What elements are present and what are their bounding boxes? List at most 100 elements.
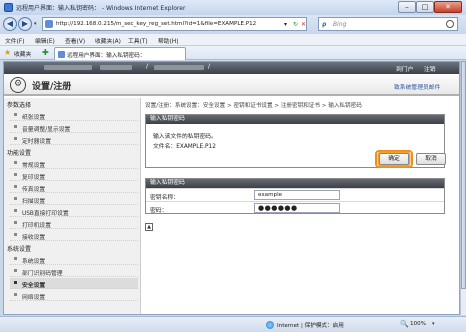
sidebar-item-scan[interactable]: 扫描设置 <box>10 194 138 205</box>
key-name-row: 密钥名称： example <box>146 188 444 201</box>
window-titlebar: 远程用户界面：输入私钥密码： - Windows Internet Explor… <box>0 0 466 15</box>
panel-header: 输入私钥密码 <box>146 115 444 124</box>
bullet-icon <box>14 113 17 116</box>
remote-ui-topbar: / / 到门户 注销 <box>4 62 459 74</box>
sidebar-item-volume[interactable]: 音量调整/显示设置 <box>10 122 138 133</box>
password-row: 密码： ●●●●●● <box>146 201 444 214</box>
sidebar-section-system: 系统设置 <box>7 246 32 253</box>
page-viewport: / / 到门户 注销 ⚙ 设置/注册 致系统管理员邮件 参数选择 纸张设置 音量… <box>3 61 460 315</box>
page-icon <box>45 20 53 28</box>
sidebar-item-network[interactable]: 网络设置 <box>10 290 138 301</box>
bullet-icon <box>14 173 17 176</box>
sidebar-item-copy[interactable]: 复印设置 <box>10 170 138 181</box>
zoom-dropdown-icon[interactable]: ▾ <box>432 321 435 327</box>
bullet-icon <box>14 137 17 140</box>
sidebar-item-fax[interactable]: 传真设置 <box>10 182 138 193</box>
address-bar[interactable]: http://192.168.0.215/m_sec_key_reg_set.h… <box>42 17 307 31</box>
menu-bar: 文件(F) 编辑(E) 查看(V) 收藏夹(A) 工具(T) 帮助(H) <box>0 34 466 46</box>
menu-tools[interactable]: 工具(T) <box>128 36 148 45</box>
cancel-button[interactable]: 取消 <box>416 153 446 165</box>
sidebar-item-general[interactable]: 常规设置 <box>10 158 138 169</box>
vertical-scrollbar[interactable] <box>460 61 466 315</box>
internet-zone-icon <box>266 321 274 329</box>
maximize-button[interactable]: □ <box>416 1 434 13</box>
tab-title[interactable]: 远程用户界面：输入私钥密码： <box>67 51 145 59</box>
back-button[interactable]: ◀ <box>3 17 17 31</box>
menu-help[interactable]: 帮助(H) <box>158 36 178 45</box>
sidebar-section-preferences: 参数选择 <box>7 102 32 109</box>
private-key-form: 输入私钥密码 密钥名称： example 密码： ●●●●●● <box>145 178 445 214</box>
sidebar-item-usb-print[interactable]: USB直接打印设置 <box>10 206 138 217</box>
close-button[interactable]: ✕ <box>434 1 462 13</box>
sidebar-item-dept-id[interactable]: 部门识别码管理 <box>10 266 138 277</box>
file-name-text: 文件名：EXAMPLE.P12 <box>153 144 216 150</box>
favorites-bar: ★ 收藏夹 ✚ 远程用户界面：输入私钥密码： <box>0 46 466 60</box>
status-bar: Internet | 保护模式：启用 🔍 100% ▾ <box>0 316 466 332</box>
device-name-redacted <box>44 65 92 70</box>
portal-link[interactable]: 到门户 <box>396 64 413 73</box>
minimize-button[interactable]: – <box>398 1 416 13</box>
key-name-field[interactable]: example <box>254 190 340 200</box>
zone-status[interactable]: Internet | 保护模式：启用 <box>277 321 344 329</box>
forward-button[interactable]: ▶ <box>18 17 32 31</box>
bullet-icon <box>14 257 17 260</box>
bullet-icon <box>14 293 17 296</box>
topbar-separator: / <box>146 63 149 70</box>
sidebar-item-paper[interactable]: 纸张设置 <box>10 110 138 121</box>
menu-view[interactable]: 查看(V) <box>65 36 85 45</box>
password-label: 密码： <box>150 208 168 214</box>
sidebar-item-printer[interactable]: 打印机设置 <box>10 218 138 229</box>
sidebar-item-receive[interactable]: 接收设置 <box>10 230 138 241</box>
favorites-label[interactable]: 收藏夹 <box>14 49 31 58</box>
bullet-icon <box>14 269 17 272</box>
address-dropdown-icon[interactable]: ▾ <box>284 21 287 28</box>
password-field[interactable]: ●●●●●● <box>254 203 340 213</box>
browser-tab[interactable]: 远程用户界面：输入私钥密码： <box>54 47 186 60</box>
bullet-icon <box>14 161 17 164</box>
device-model-redacted <box>100 65 132 70</box>
remote-ui-header: ⚙ 设置/注册 致系统管理员邮件 <box>4 74 459 96</box>
tab-page-icon <box>58 51 65 58</box>
bullet-icon <box>14 197 17 200</box>
favorites-star-icon[interactable]: ★ <box>4 48 11 57</box>
scrollbar-thumb[interactable] <box>461 61 466 289</box>
breadcrumb: 设置/注册：系统设置：安全设置 > 密钥和证书设置 > 注册密钥和证书 > 输入… <box>145 103 362 109</box>
search-input[interactable]: Bing <box>333 21 346 28</box>
ie-app-icon <box>4 3 13 12</box>
bullet-icon <box>14 233 17 236</box>
settings-gear-icon: ⚙ <box>10 77 26 93</box>
menu-edit[interactable]: 编辑(E) <box>35 36 55 45</box>
device-location-redacted <box>154 65 204 70</box>
admin-email-link[interactable]: 致系统管理员邮件 <box>394 82 440 91</box>
sidebar: 参数选择 纸张设置 音量调整/显示设置 定时器设置 功能设置 常规设置 复印设置… <box>4 98 141 314</box>
search-box[interactable]: ρ Bing <box>318 17 458 31</box>
page-title: 设置/注册 <box>32 82 72 92</box>
bullet-icon <box>14 281 17 284</box>
refresh-icon[interactable]: ↻ <box>293 21 298 28</box>
logout-link[interactable]: 注销 <box>424 64 436 73</box>
bullet-icon <box>14 221 17 224</box>
prompt-message: 输入该文件的私钥密码。 <box>153 134 217 140</box>
zoom-icon[interactable]: 🔍 <box>400 320 409 328</box>
sidebar-section-function: 功能设置 <box>7 150 32 157</box>
search-icon[interactable] <box>446 20 454 28</box>
zoom-level[interactable]: 100% <box>410 321 426 327</box>
menu-favorites[interactable]: 收藏夹(A) <box>95 36 121 45</box>
sidebar-item-timer[interactable]: 定时器设置 <box>10 134 138 145</box>
bing-logo-icon: ρ <box>322 21 327 28</box>
history-dropdown-icon[interactable]: ▾ <box>34 21 37 27</box>
sidebar-item-security[interactable]: 安全设置 <box>10 278 138 289</box>
back-to-top-icon[interactable]: ▲ <box>145 223 153 231</box>
password-prompt-panel: 输入私钥密码 输入该文件的私钥密码。 文件名：EXAMPLE.P12 确定 取消 <box>145 114 446 168</box>
topbar-separator: / <box>208 63 211 70</box>
stop-icon[interactable]: ✕ <box>301 21 306 28</box>
ok-button[interactable]: 确定 <box>379 153 409 165</box>
key-name-label: 密钥名称： <box>150 195 179 201</box>
menu-file[interactable]: 文件(F) <box>5 36 24 45</box>
window-title: 远程用户界面：输入私钥密码： - Windows Internet Explor… <box>16 5 186 12</box>
address-url[interactable]: http://192.168.0.215/m_sec_key_reg_set.h… <box>56 21 256 27</box>
add-favorite-icon[interactable]: ✚ <box>42 48 49 57</box>
panel-header: 输入私钥密码 <box>146 179 444 188</box>
bullet-icon <box>14 185 17 188</box>
sidebar-item-system[interactable]: 系统设置 <box>10 254 138 265</box>
